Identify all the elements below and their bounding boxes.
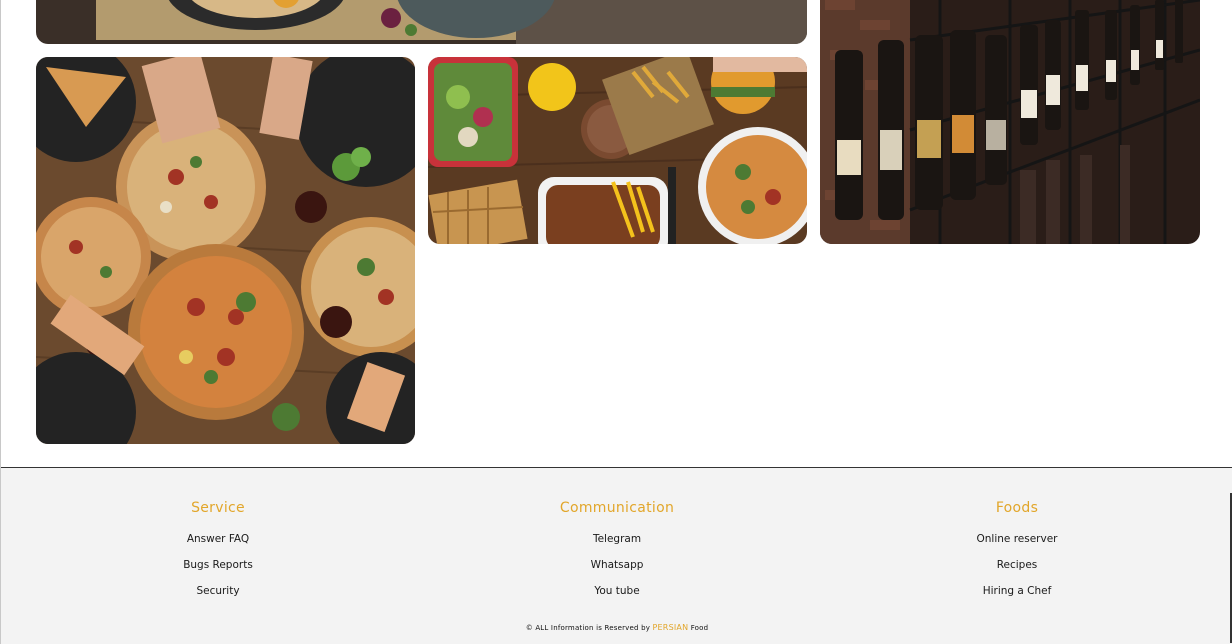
gallery-image-dishes[interactable] bbox=[428, 57, 807, 244]
wine-image bbox=[820, 0, 1200, 244]
footer-link-online-reserver[interactable]: Online reserver bbox=[867, 526, 1167, 552]
footer-column-title: Foods bbox=[995, 500, 1039, 516]
copyright: © ALL Information is Reserved by PERSIAN… bbox=[1, 623, 1232, 632]
footer-link-security[interactable]: Security bbox=[68, 578, 368, 604]
page: Service Answer FAQ Bugs Reports Security… bbox=[0, 0, 1232, 644]
gallery-image-pizza[interactable] bbox=[36, 57, 415, 444]
gallery-image-stew[interactable] bbox=[36, 0, 807, 44]
footer-link-telegram[interactable]: Telegram bbox=[467, 526, 767, 552]
copyright-brand: PERSIAN bbox=[652, 623, 689, 632]
site-footer: Service Answer FAQ Bugs Reports Security… bbox=[1, 467, 1232, 644]
pizza-image bbox=[36, 57, 415, 444]
stew-image bbox=[36, 0, 807, 44]
footer-link-youtube[interactable]: You tube bbox=[467, 578, 767, 604]
copyright-suffix: Food bbox=[690, 624, 709, 632]
copyright-prefix: © ALL Information is Reserved by bbox=[525, 624, 651, 632]
footer-link-answer-faq[interactable]: Answer FAQ bbox=[68, 526, 368, 552]
footer-link-hiring-chef[interactable]: Hiring a Chef bbox=[867, 578, 1167, 604]
footer-link-whatsapp[interactable]: Whatsapp bbox=[467, 552, 767, 578]
footer-link-bugs-reports[interactable]: Bugs Reports bbox=[68, 552, 368, 578]
gallery-image-wine[interactable] bbox=[820, 0, 1200, 244]
footer-column-title: Service bbox=[191, 500, 245, 516]
footer-link-recipes[interactable]: Recipes bbox=[867, 552, 1167, 578]
footer-column-title: Communication bbox=[559, 500, 675, 516]
footer-column-foods: Foods Online reserver Recipes Hiring a C… bbox=[867, 500, 1167, 604]
dishes-image bbox=[428, 57, 807, 244]
footer-column-communication: Communication Telegram Whatsapp You tube bbox=[467, 500, 767, 604]
footer-column-service: Service Answer FAQ Bugs Reports Security bbox=[68, 500, 368, 604]
